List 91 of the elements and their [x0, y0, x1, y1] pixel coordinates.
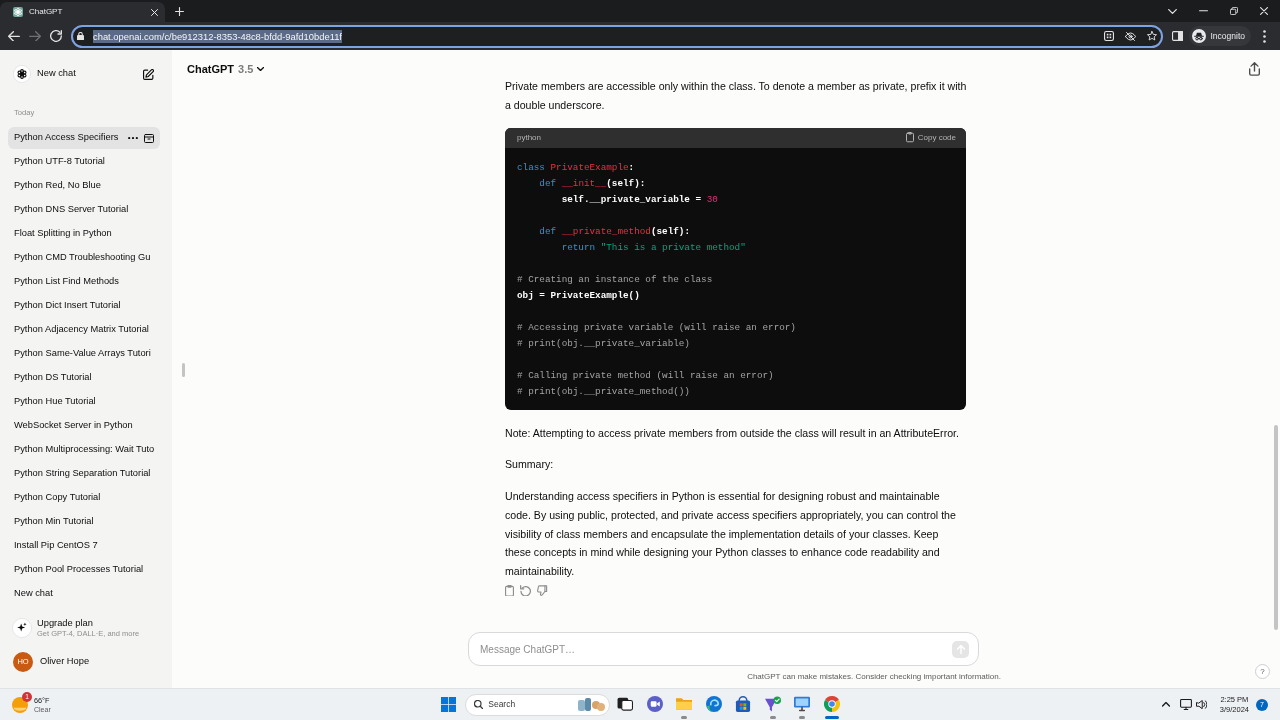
- sidebar-item[interactable]: Python Pool Processes Tutorial: [8, 559, 160, 581]
- sidebar-handle[interactable]: [182, 363, 185, 377]
- restore-icon[interactable]: [1230, 7, 1238, 15]
- sidebar-item[interactable]: Python Hue Tutorial: [8, 391, 160, 413]
- store-bag-icon[interactable]: [735, 696, 752, 712]
- sidebar-item[interactable]: Python Multiprocessing: Wait Tuto: [8, 439, 160, 461]
- sidebar-item[interactable]: Python Min Tutorial: [8, 511, 160, 533]
- sidebar-item[interactable]: Python DS Tutorial: [8, 367, 160, 389]
- chevron-down-icon: [257, 67, 265, 71]
- chevron-down-icon[interactable]: [1168, 8, 1177, 14]
- url-text: chat.openai.com/c/be912312-8353-48c8-bfdd-9afd10bde11f: [93, 29, 342, 43]
- code-line: # Calling private method (will raise an error): [517, 368, 774, 383]
- new-chat-button[interactable]: New chat: [8, 62, 160, 86]
- code-line: # print(obj.__private_method()): [517, 384, 690, 399]
- code-line: self.__private_variable = 30: [560, 192, 718, 207]
- address-bar[interactable]: chat.openai.com/c/be912312-8353-48c8-bfdd-9afd10bde11f: [71, 24, 1163, 48]
- message-paragraph: Understanding access specifiers in Python is essential for designing robust and maintainable code. By using public, protected, and private access specifiers appropriately, you can control the visibility of class members and encapsulate the implementation details of your classes. Keep these concepts in mind while designing your Python classes to enhance code readability and maintainability.: [505, 489, 957, 579]
- disclaimer-text: ChatGPT can make mistakes. Consider checking important information.: [747, 671, 1001, 683]
- sidebar-item[interactable]: New chat: [8, 583, 160, 605]
- code-line: # print(obj.__private_variable): [517, 336, 690, 351]
- back-icon[interactable]: [8, 30, 20, 42]
- code-line: obj = PrivateExample(): [517, 288, 640, 303]
- sparkle-icon: [12, 618, 32, 638]
- sidebar-item[interactable]: Float Splitting in Python: [8, 223, 160, 245]
- message-paragraph: Summary:: [505, 457, 554, 473]
- lock-icon[interactable]: [77, 31, 84, 41]
- sidebar-item[interactable]: WebSocket Server in Python: [8, 415, 160, 437]
- taskbar-search[interactable]: Search: [465, 693, 611, 716]
- logo-icon: [13, 65, 31, 83]
- browser-swirl-icon[interactable]: [705, 696, 722, 712]
- grid-icon[interactable]: [1103, 31, 1114, 41]
- close-icon[interactable]: [1260, 7, 1268, 15]
- chevron-up-icon[interactable]: [1161, 702, 1170, 707]
- message-paragraph: Private members are accessible only within the class. To denote a member as private, prefix it with a double underscore.: [505, 79, 967, 113]
- sidebar-item[interactable]: Python Dict Insert Tutorial: [8, 295, 160, 317]
- share-icon[interactable]: [1249, 62, 1260, 76]
- start-icon[interactable]: [440, 697, 456, 712]
- volume-icon[interactable]: [1195, 699, 1207, 710]
- scrollbar-thumb[interactable]: [1274, 425, 1278, 630]
- browser-tab[interactable]: ChatGPT: [0, 2, 165, 22]
- star-icon[interactable]: [1146, 31, 1157, 41]
- regenerate-icon[interactable]: [520, 584, 531, 597]
- browser-icon[interactable]: [823, 696, 840, 712]
- sidebar-item[interactable]: Python DNS Server Tutorial: [8, 199, 160, 221]
- reload-icon[interactable]: [50, 30, 62, 42]
- funnel-check-icon[interactable]: [764, 696, 781, 712]
- more-menu-icon[interactable]: [1263, 29, 1266, 43]
- sidebar-item[interactable]: Python String Separation Tutorial: [8, 463, 160, 485]
- eye-slash-icon[interactable]: [1124, 31, 1136, 41]
- side-panel-icon[interactable]: [1171, 31, 1183, 41]
- help-button[interactable]: ?: [1255, 664, 1270, 679]
- model-selector[interactable]: ChatGPT 3.5: [187, 60, 265, 78]
- code-line: class PrivateExample:: [517, 160, 635, 175]
- search-icon: [474, 700, 484, 709]
- close-tab-icon[interactable]: [151, 8, 158, 16]
- logo-icon: [13, 7, 23, 17]
- thumbs-down-icon[interactable]: [537, 584, 548, 596]
- code-line: # Creating an instance of the class: [517, 272, 713, 287]
- edit-icon[interactable]: [143, 68, 154, 80]
- minimize-icon[interactable]: [1199, 10, 1208, 12]
- code-line: def __private_method(self):: [538, 224, 690, 239]
- new-tab-icon[interactable]: [175, 7, 184, 16]
- sidebar-item[interactable]: Python List Find Methods: [8, 271, 160, 293]
- sidebar-item[interactable]: Python Same-Value Arrays Tutori: [8, 343, 160, 365]
- sidebar-item[interactable]: Python UTF-8 Tutorial: [8, 151, 160, 173]
- search-highlight-drawing: [578, 698, 606, 711]
- sidebar-item[interactable]: Install Pip CentOS 7: [8, 535, 160, 557]
- message-input[interactable]: Message ChatGPT…: [468, 632, 979, 666]
- video-chat-icon[interactable]: [646, 696, 663, 712]
- clipboard-icon: [905, 132, 914, 143]
- language-label: python: [517, 132, 542, 143]
- sidebar-item[interactable]: Python CMD Troubleshooting Gu: [8, 247, 160, 269]
- profile-chip[interactable]: Incognito: [1188, 26, 1251, 46]
- more-icon[interactable]: [128, 136, 138, 140]
- code-line: return "This is a private method": [560, 240, 746, 255]
- sidebar-item[interactable]: Python Access Specifiers: [8, 127, 160, 149]
- copy-icon[interactable]: [505, 584, 514, 597]
- code-line: # Accessing private variable (will raise an error): [517, 320, 796, 335]
- sidebar-item[interactable]: Python Red, No Blue: [8, 175, 160, 197]
- task-view-icon[interactable]: [617, 696, 634, 712]
- arrow-up-icon: [956, 644, 965, 654]
- incognito-icon: [1191, 29, 1206, 43]
- sidebar-item[interactable]: Python Adjacency Matrix Tutorial: [8, 319, 160, 341]
- sun-icon: [12, 696, 28, 713]
- archive-icon[interactable]: [144, 133, 154, 143]
- code-line: def __init__(self):: [538, 176, 646, 191]
- message-paragraph: Note: Attempting to access private members from outside the class will result in an AttributeError.: [505, 425, 959, 441]
- copy-code-button[interactable]: Copy code: [905, 132, 956, 143]
- monitor-icon[interactable]: [794, 696, 811, 712]
- network-icon[interactable]: [1179, 699, 1192, 710]
- sidebar-item[interactable]: Python Copy Tutorial: [8, 487, 160, 509]
